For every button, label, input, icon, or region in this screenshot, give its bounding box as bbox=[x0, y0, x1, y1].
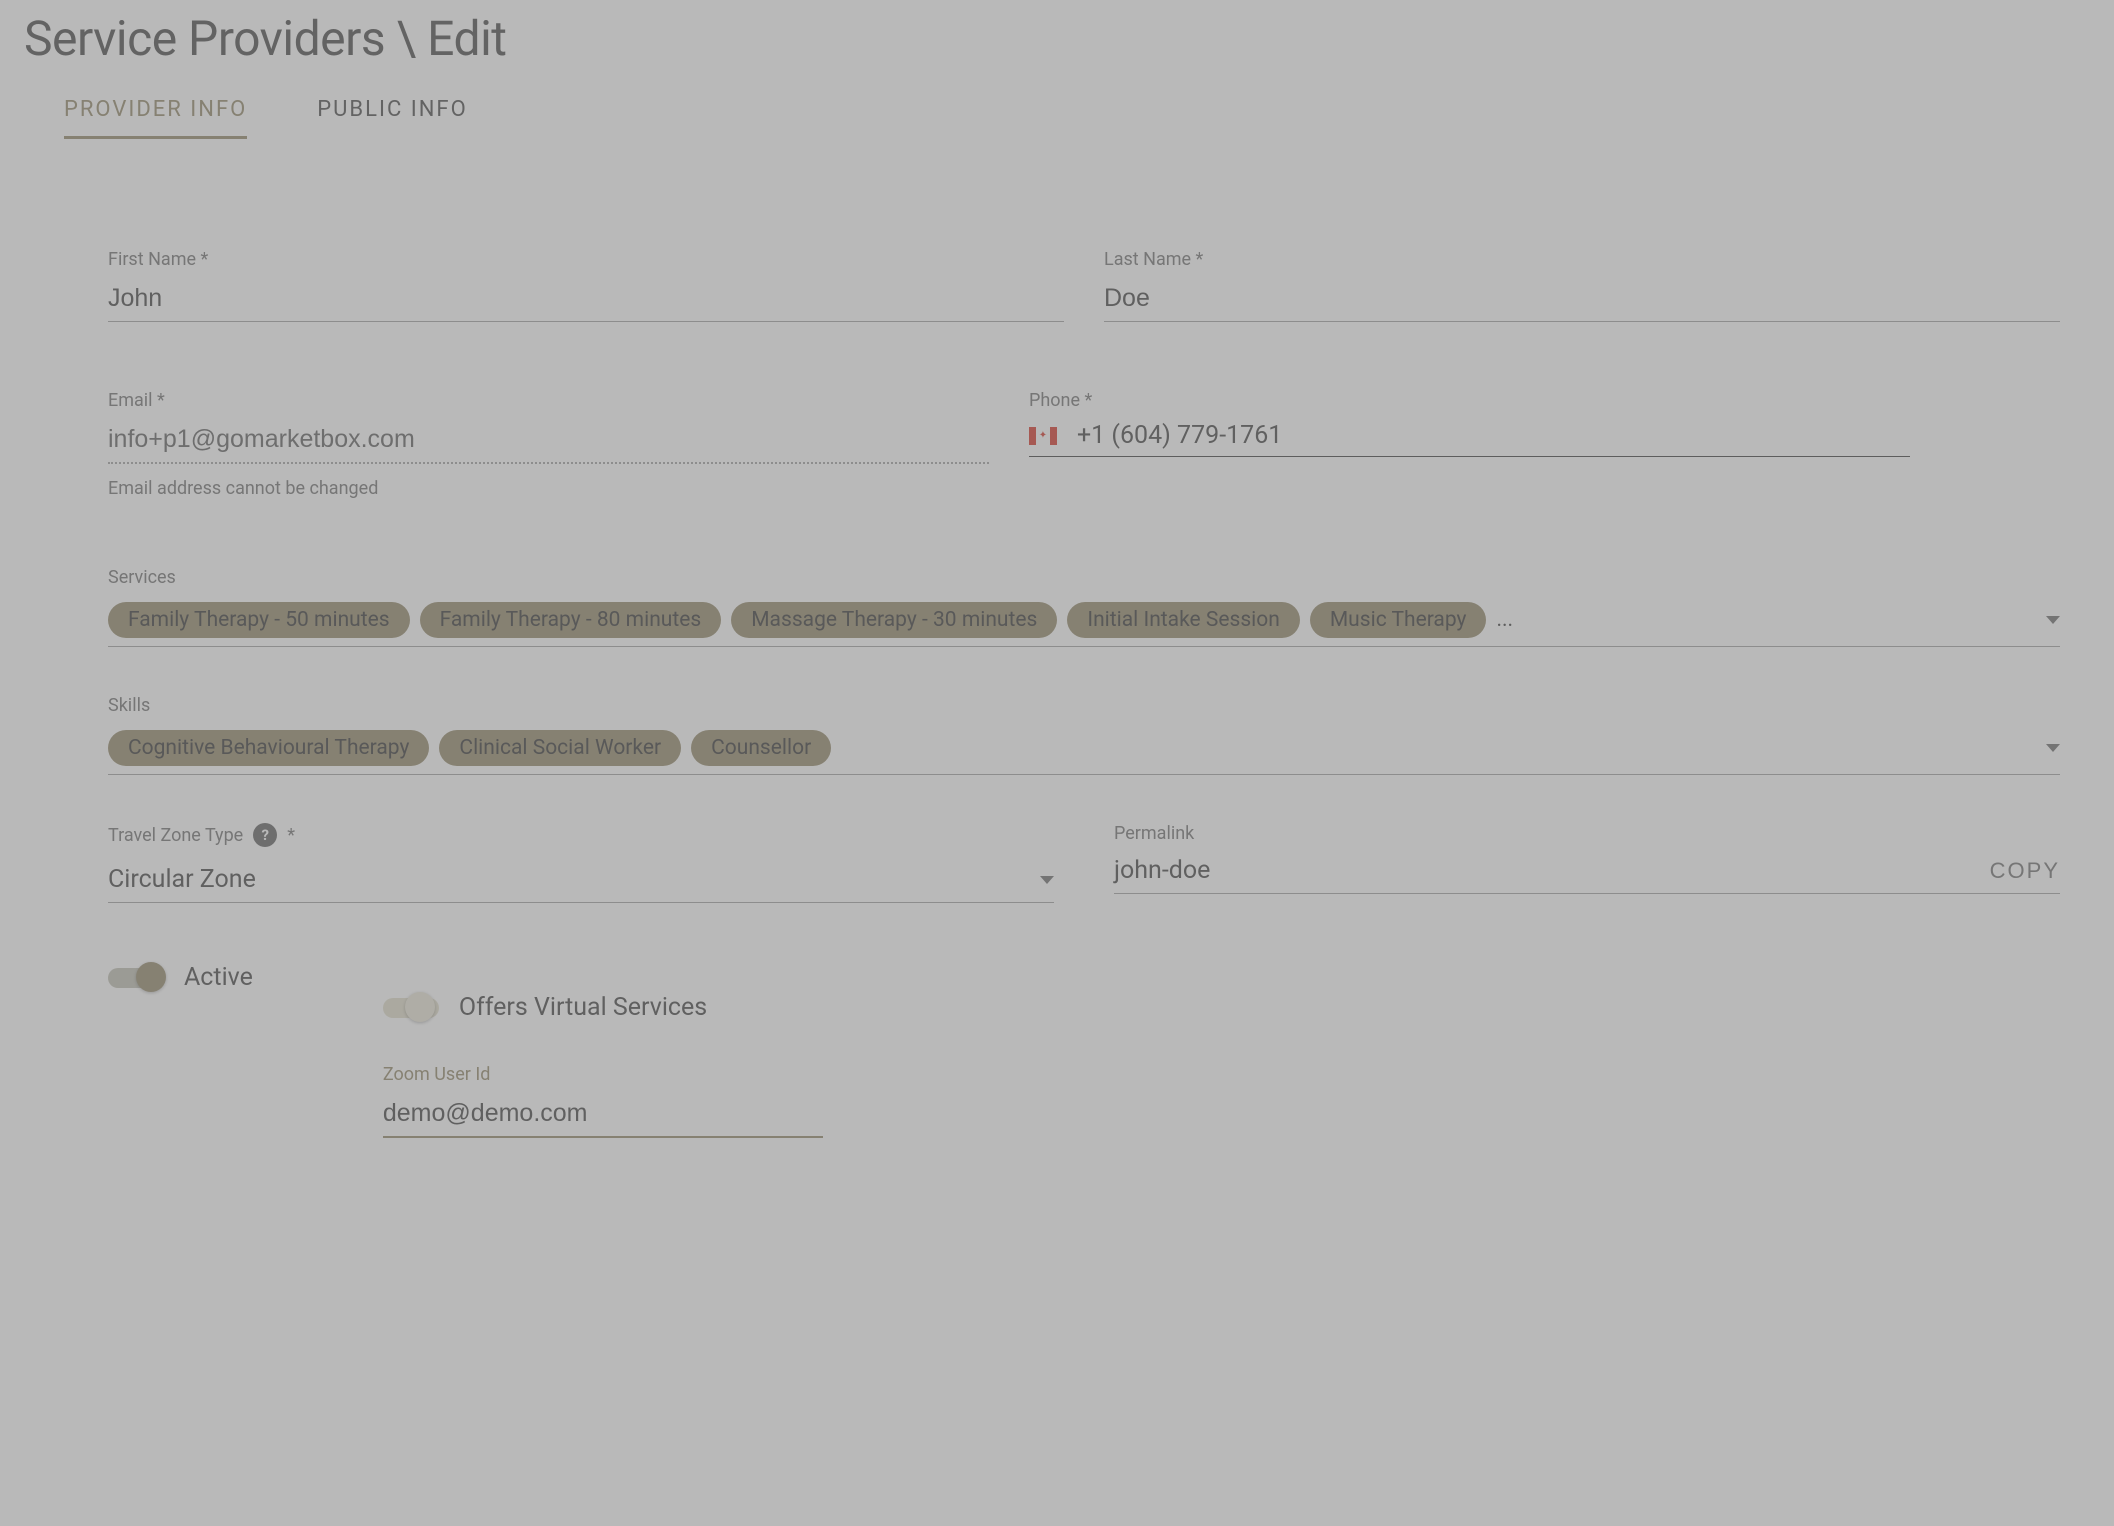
phone-field-wrapper: Phone * +1 (604) 779-1761 bbox=[1029, 390, 2060, 499]
virtual-toggle[interactable]: Offers Virtual Services bbox=[383, 993, 823, 1022]
travel-zone-value: Circular Zone bbox=[108, 865, 1040, 894]
permalink-field: Permalink john-doe COPY bbox=[1114, 823, 2060, 903]
chevron-down-icon[interactable] bbox=[2046, 744, 2060, 752]
email-helper: Email address cannot be changed bbox=[108, 478, 989, 499]
tab-public-info[interactable]: PUBLIC INFO bbox=[317, 97, 467, 139]
service-chip[interactable]: Initial Intake Session bbox=[1067, 602, 1299, 638]
tab-provider-info[interactable]: PROVIDER INFO bbox=[64, 97, 247, 139]
email-field-wrapper: Email * Email address cannot be changed bbox=[108, 390, 989, 499]
flag-icon[interactable] bbox=[1029, 427, 1057, 445]
service-chip[interactable]: Family Therapy - 80 minutes bbox=[420, 602, 722, 638]
services-label: Services bbox=[108, 567, 2060, 588]
copy-button[interactable]: COPY bbox=[1990, 858, 2060, 884]
service-chip[interactable]: Massage Therapy - 30 minutes bbox=[731, 602, 1057, 638]
switch-icon[interactable] bbox=[108, 968, 164, 988]
active-toggle[interactable]: Active bbox=[108, 963, 253, 992]
chevron-down-icon[interactable] bbox=[2046, 616, 2060, 624]
help-icon[interactable]: ? bbox=[253, 823, 277, 847]
skill-chip[interactable]: Counsellor bbox=[691, 730, 831, 766]
tab-bar: PROVIDER INFO PUBLIC INFO bbox=[24, 97, 2090, 139]
travel-zone-required: * bbox=[287, 825, 295, 846]
skill-chip[interactable]: Cognitive Behavioural Therapy bbox=[108, 730, 429, 766]
first-name-label: First Name * bbox=[108, 249, 1064, 270]
form-card: First Name * Last Name * Email * Email a… bbox=[78, 189, 2090, 1216]
permalink-value[interactable]: john-doe bbox=[1114, 856, 1990, 885]
phone-value[interactable]: +1 (604) 779-1761 bbox=[1077, 421, 1282, 450]
virtual-services-highlight: Offers Virtual Services Zoom User Id bbox=[353, 963, 853, 1156]
permalink-label: Permalink bbox=[1114, 823, 1194, 844]
skills-label: Skills bbox=[108, 695, 2060, 716]
first-name-field-wrapper: First Name * bbox=[108, 249, 1064, 322]
last-name-input[interactable] bbox=[1104, 280, 2060, 322]
last-name-field-wrapper: Last Name * bbox=[1104, 249, 2060, 322]
email-input bbox=[108, 421, 989, 464]
active-label: Active bbox=[184, 963, 253, 992]
travel-zone-label: Travel Zone Type bbox=[108, 825, 243, 846]
virtual-label: Offers Virtual Services bbox=[459, 993, 707, 1022]
skill-chip[interactable]: Clinical Social Worker bbox=[439, 730, 681, 766]
chevron-down-icon[interactable] bbox=[1040, 876, 1054, 884]
zoom-id-input[interactable] bbox=[383, 1095, 823, 1138]
page-title: Service Providers \ Edit bbox=[24, 10, 2090, 67]
services-more: ... bbox=[1496, 608, 1513, 632]
skills-chip-group[interactable]: Cognitive Behavioural Therapy Clinical S… bbox=[108, 730, 2060, 775]
travel-zone-field: Travel Zone Type ? * Circular Zone bbox=[108, 823, 1054, 903]
first-name-input[interactable] bbox=[108, 280, 1064, 322]
service-chip[interactable]: Music Therapy bbox=[1310, 602, 1487, 638]
zoom-id-label: Zoom User Id bbox=[383, 1064, 823, 1085]
last-name-label: Last Name * bbox=[1104, 249, 2060, 270]
service-chip[interactable]: Family Therapy - 50 minutes bbox=[108, 602, 410, 638]
services-chip-group[interactable]: Family Therapy - 50 minutes Family Thera… bbox=[108, 602, 2060, 647]
phone-input-wrapper[interactable]: +1 (604) 779-1761 bbox=[1029, 421, 1910, 457]
travel-zone-select[interactable]: Circular Zone bbox=[108, 861, 1054, 903]
email-label: Email * bbox=[108, 390, 989, 411]
switch-icon[interactable] bbox=[383, 998, 439, 1018]
phone-label: Phone * bbox=[1029, 390, 1910, 411]
